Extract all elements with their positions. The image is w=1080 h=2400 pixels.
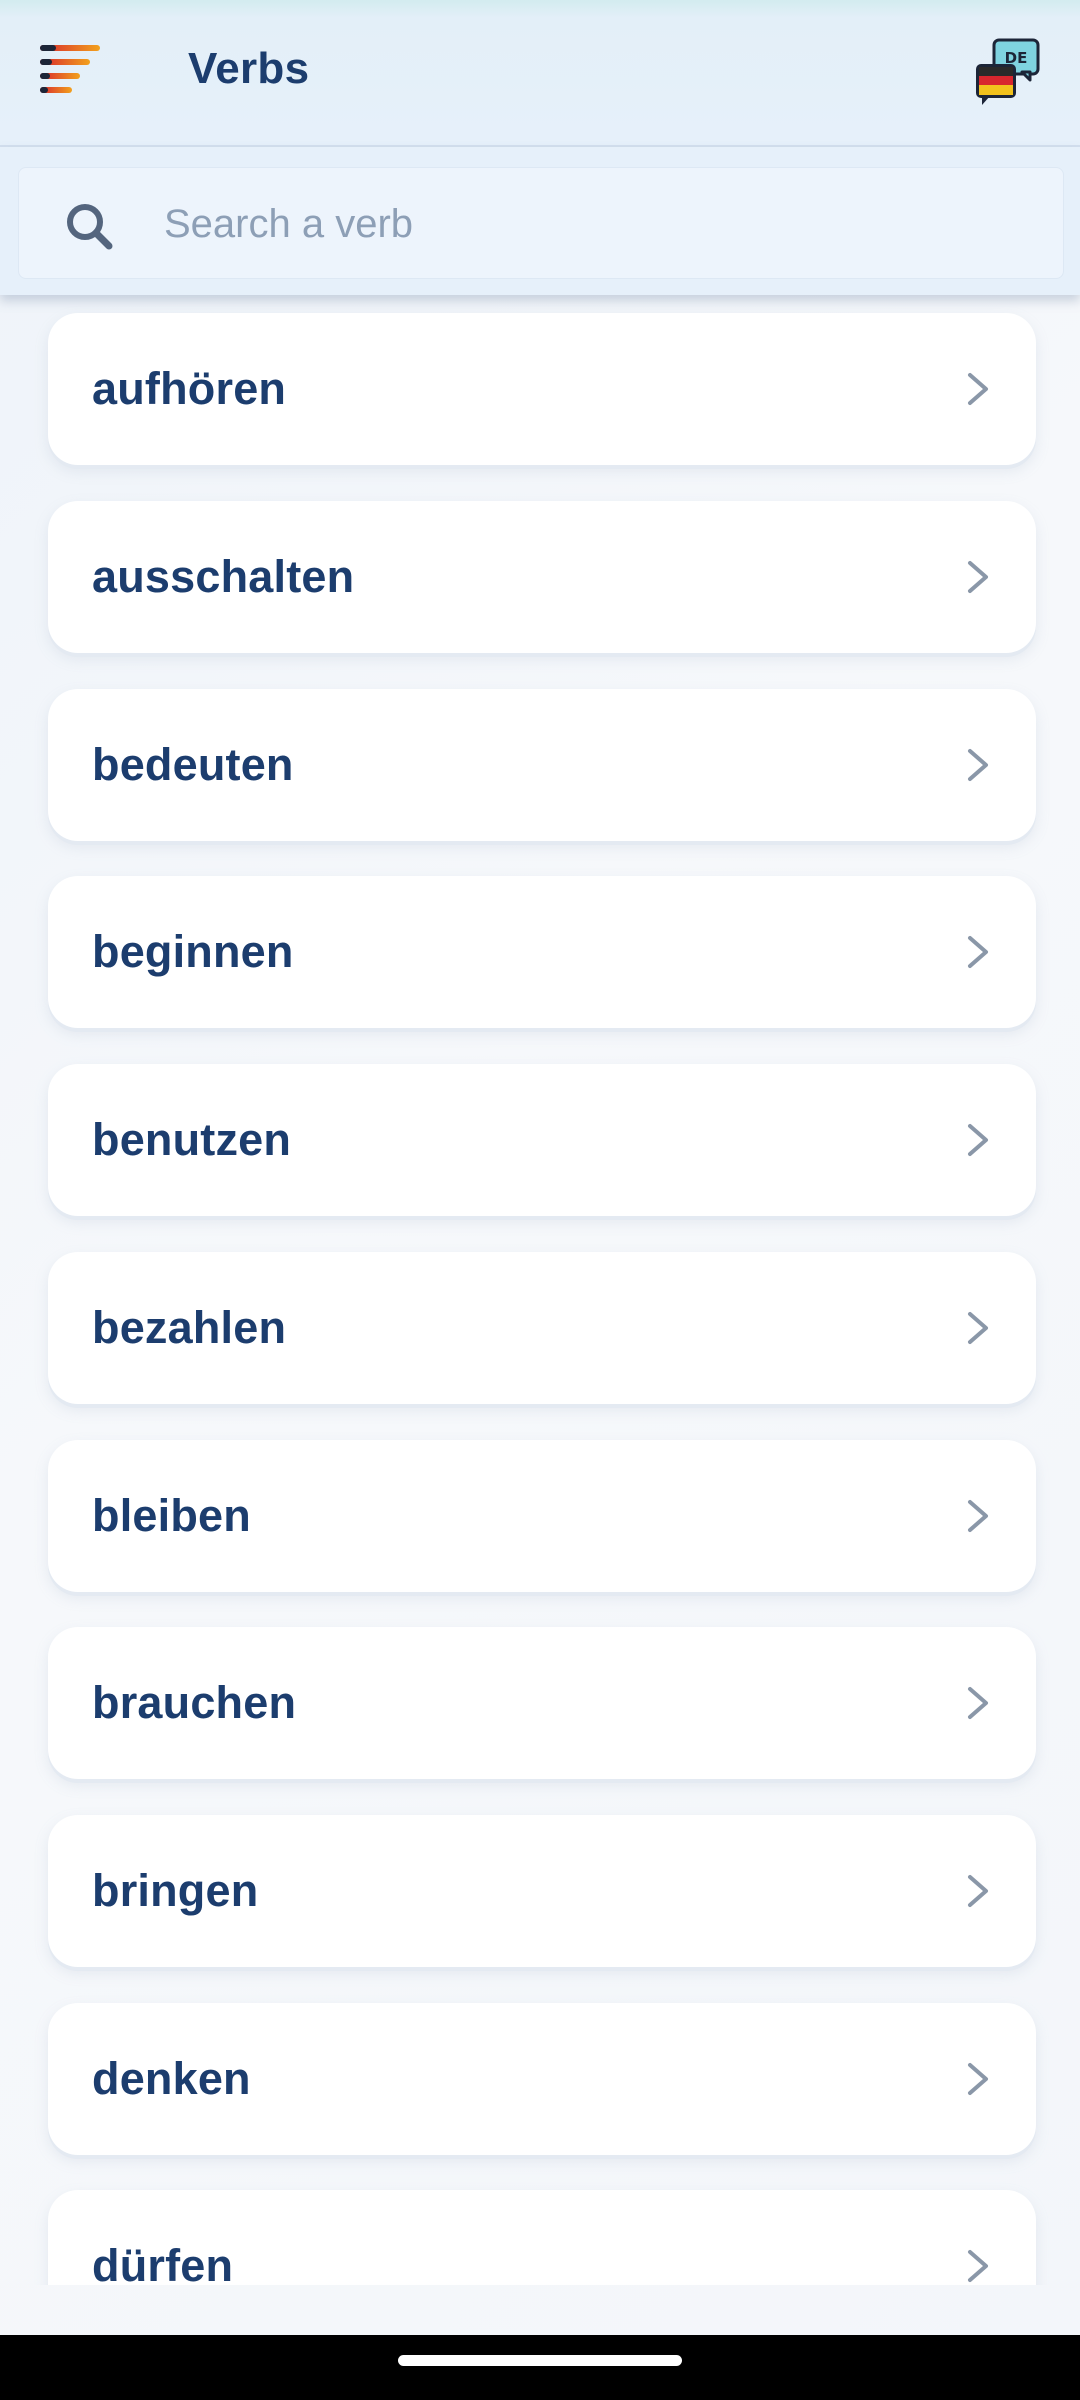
verb-label: brauchen	[92, 1677, 297, 1728]
language-button[interactable]: DE	[972, 38, 1042, 108]
chevron-right-icon	[968, 936, 988, 968]
chevron-right-icon	[968, 561, 988, 593]
chevron-right-icon	[968, 1875, 988, 1907]
page-title: Verbs	[188, 44, 310, 93]
app-header: Verbs DE	[0, 0, 1080, 147]
verb-label: denken	[92, 2053, 251, 2104]
chevron-right-icon	[968, 1312, 988, 1344]
chevron-right-icon	[968, 2063, 988, 2095]
search-box[interactable]	[18, 167, 1064, 279]
verb-label: aufhören	[92, 363, 287, 414]
list-item[interactable]: denken	[48, 2003, 1036, 2155]
list-item[interactable]: bringen	[48, 1815, 1036, 1967]
chevron-right-icon	[968, 749, 988, 781]
list-item[interactable]: ausschalten	[48, 501, 1036, 653]
chevron-right-icon	[968, 373, 988, 405]
search-bar	[0, 147, 1080, 295]
home-indicator[interactable]	[398, 2355, 682, 2366]
verb-label: benutzen	[92, 1114, 292, 1165]
list-item[interactable]: beginnen	[48, 876, 1036, 1028]
menu-button[interactable]	[30, 35, 110, 115]
verb-label: bedeuten	[92, 739, 294, 790]
chevron-right-icon	[968, 2250, 988, 2282]
verb-label: bezahlen	[92, 1302, 287, 1353]
chevron-right-icon	[968, 1124, 988, 1156]
list-item[interactable]: brauchen	[48, 1627, 1036, 1779]
search-icon	[67, 204, 113, 250]
verb-label: beginnen	[92, 926, 294, 977]
list-item[interactable]: bezahlen	[48, 1252, 1036, 1404]
chevron-right-icon	[968, 1687, 988, 1719]
verb-label: bleiben	[92, 1490, 251, 1541]
list-item[interactable]: dürfen	[48, 2190, 1036, 2285]
list-item[interactable]: benutzen	[48, 1064, 1036, 1216]
list-item[interactable]: bedeuten	[48, 689, 1036, 841]
search-input[interactable]	[164, 190, 1024, 258]
verb-label: bringen	[92, 1865, 259, 1916]
verb-list: aufhören ausschalten bedeuten beginnen b…	[0, 295, 1080, 2285]
list-item[interactable]: aufhören	[48, 313, 1036, 465]
verb-label: ausschalten	[92, 551, 355, 602]
german-language-chat-icon: DE	[976, 38, 1040, 105]
verb-label: dürfen	[92, 2240, 234, 2285]
list-item[interactable]: bleiben	[48, 1440, 1036, 1592]
chevron-right-icon	[968, 1500, 988, 1532]
hamburger-menu-icon	[40, 45, 100, 93]
system-navigation-bar	[0, 2335, 1080, 2400]
